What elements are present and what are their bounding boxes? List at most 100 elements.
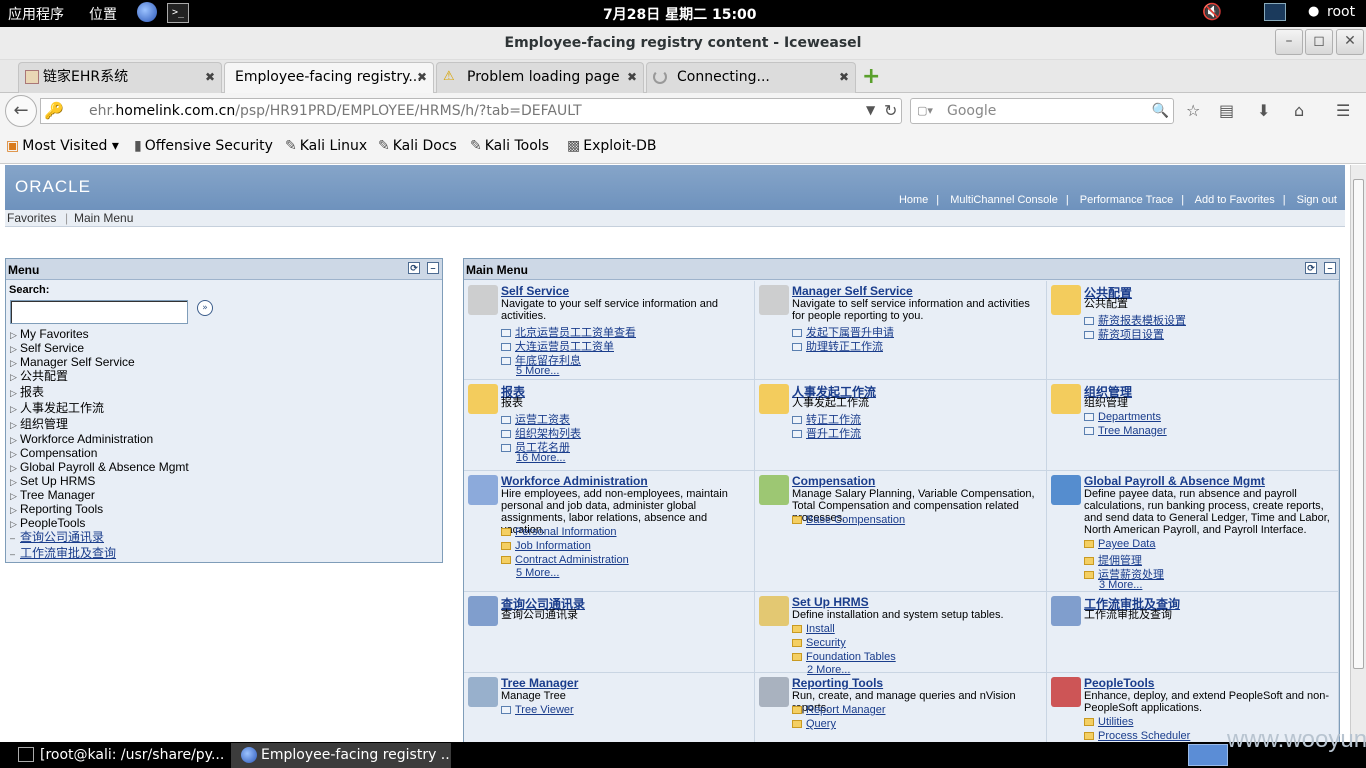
tab-connecting[interactable]: Connecting... ✖ xyxy=(646,62,856,93)
menu-item-reporting-tools[interactable]: ▷ Reporting Tools xyxy=(6,502,189,516)
menu-item-setup-hrms[interactable]: ▷ Set Up HRMS xyxy=(6,474,189,488)
close-tab-icon[interactable]: ✖ xyxy=(839,63,849,92)
tab-ehr[interactable]: 链家EHR系统 ✖ xyxy=(18,62,222,93)
volume-muted-icon[interactable]: 🔇 xyxy=(1202,2,1222,21)
category-sub-link[interactable]: Tree Viewer xyxy=(501,704,574,716)
add-to-favorites-link[interactable]: Add to Favorites xyxy=(1195,194,1275,206)
search-icon[interactable]: 🔍 xyxy=(1152,99,1169,123)
category-sub-link[interactable]: Install xyxy=(792,623,835,635)
category-sub-link[interactable]: Report Manager xyxy=(792,704,886,716)
menu-item-global-payroll[interactable]: ▷ Global Payroll & Absence Mgmt xyxy=(6,460,189,474)
menu-item-common-config[interactable]: ▷ 公共配置 xyxy=(6,369,189,385)
favorites-menu[interactable]: Favorites xyxy=(7,211,56,225)
browser-launcher-icon[interactable] xyxy=(137,2,157,22)
home-link[interactable]: Home xyxy=(899,194,928,206)
bookmark-star-icon[interactable]: ☆ xyxy=(1186,101,1200,120)
task-browser[interactable]: Employee-facing registry ... xyxy=(231,743,451,768)
url-dropdown-icon[interactable]: ▼ xyxy=(866,103,875,117)
back-button[interactable]: ← xyxy=(5,95,37,127)
search-input[interactable]: Google ▢▾ 🔍 xyxy=(910,98,1174,124)
category-sub-link[interactable]: Query xyxy=(792,718,836,730)
bookmark-kali-linux[interactable]: ✎ Kali Linux xyxy=(285,138,367,154)
more-link[interactable]: 5 More... xyxy=(516,365,559,377)
close-tab-icon[interactable]: ✖ xyxy=(627,63,637,92)
menu-item-peopletools[interactable]: ▷ PeopleTools xyxy=(6,516,189,530)
category-sub-link[interactable]: Utilities xyxy=(1084,716,1133,728)
category-sub-link[interactable]: Foundation Tables xyxy=(792,651,896,663)
collapse-icon[interactable]: – xyxy=(427,262,439,274)
menu-search-input[interactable] xyxy=(10,300,188,324)
tab-problem-loading[interactable]: ⚠ Problem loading page ✖ xyxy=(436,62,644,93)
search-go-button[interactable]: » xyxy=(197,300,213,316)
new-tab-icon[interactable]: + xyxy=(862,64,880,89)
category-title-link[interactable]: Global Payroll & Absence Mgmt xyxy=(1084,474,1265,488)
home-icon[interactable]: ⌂ xyxy=(1294,101,1304,120)
menu-item-manager-self-service[interactable]: ▷ Manager Self Service xyxy=(6,355,189,369)
category-sub-link[interactable]: Base Compensation xyxy=(792,514,905,526)
menu-item-company-directory[interactable]: – 查询公司通讯录 xyxy=(6,530,189,546)
menu-item-compensation[interactable]: ▷ Compensation xyxy=(6,446,189,460)
menu-item-reports[interactable]: ▷ 报表 xyxy=(6,385,189,401)
category-sub-link[interactable]: Personal Information xyxy=(501,526,617,538)
menu-item-tree-manager[interactable]: ▷ Tree Manager xyxy=(6,488,189,502)
more-link[interactable]: 16 More... xyxy=(516,452,566,464)
category-title-link[interactable]: Self Service xyxy=(501,284,569,298)
menu-item-workflow-approval[interactable]: – 工作流审批及查询 xyxy=(6,546,189,562)
reload-icon[interactable]: ↻ xyxy=(884,101,897,120)
scrollbar-thumb[interactable] xyxy=(1353,179,1364,669)
bookmark-exploit-db[interactable]: ▩ Exploit-DB xyxy=(567,138,657,154)
site-identity-icon[interactable]: 🔑 xyxy=(44,101,64,120)
more-link[interactable]: 3 More... xyxy=(1099,579,1142,591)
performance-trace-link[interactable]: Performance Trace xyxy=(1080,194,1174,206)
menu-item-self-service[interactable]: ▷ Self Service xyxy=(6,341,189,355)
bookmark-kali-docs[interactable]: ✎ Kali Docs xyxy=(378,138,457,154)
bookmark-most-visited[interactable]: ▣ Most Visited ▾ xyxy=(6,138,119,154)
refresh-icon[interactable]: ⟳ xyxy=(408,262,420,274)
category-title-link[interactable]: Tree Manager xyxy=(501,676,578,690)
page-scrollbar[interactable] xyxy=(1350,165,1366,742)
workspace-switcher[interactable] xyxy=(1188,744,1228,766)
category-sub-link[interactable]: Tree Manager xyxy=(1084,425,1167,437)
close-tab-icon[interactable]: ✖ xyxy=(417,63,427,92)
category-sub-link[interactable]: Payee Data xyxy=(1084,538,1155,550)
search-engine-icon[interactable]: ▢▾ xyxy=(917,99,933,123)
bookmark-kali-tools[interactable]: ✎ Kali Tools xyxy=(470,138,549,154)
maximize-button[interactable]: ◻ xyxy=(1305,29,1333,55)
category-sub-link[interactable]: 助理转正工作流 xyxy=(792,338,883,354)
clock[interactable]: 7月28日 星期二 15:00 xyxy=(603,4,757,24)
category-sub-link[interactable]: 晋升工作流 xyxy=(792,425,861,441)
category-title-link[interactable]: Compensation xyxy=(792,474,875,488)
menu-item-workforce-admin[interactable]: ▷ Workforce Administration xyxy=(6,432,189,446)
menu-item-my-favorites[interactable]: ▷ My Favorites xyxy=(6,327,189,341)
applications-menu[interactable]: 应用程序 xyxy=(8,4,64,24)
more-link[interactable]: 5 More... xyxy=(516,567,559,579)
user-menu[interactable]: root xyxy=(1327,4,1355,20)
menu-icon[interactable]: ☰ xyxy=(1336,101,1350,120)
multichannel-console-link[interactable]: MultiChannel Console xyxy=(950,194,1058,206)
sign-out-link[interactable]: Sign out xyxy=(1297,194,1337,206)
category-title-link[interactable]: Set Up HRMS xyxy=(792,595,869,609)
main-menu-dropdown[interactable]: Main Menu xyxy=(74,211,133,225)
minimize-button[interactable]: – xyxy=(1275,29,1303,55)
category-sub-link[interactable]: Security xyxy=(792,637,846,649)
bookmark-offensive-security[interactable]: ▮ Offensive Security xyxy=(134,138,273,154)
category-sub-link[interactable]: Contract Administration xyxy=(501,554,629,566)
category-sub-link[interactable]: 薪资项目设置 xyxy=(1084,326,1164,342)
task-terminal[interactable]: [root@kali: /usr/share/py... xyxy=(0,743,228,768)
menu-item-org-management[interactable]: ▷ 组织管理 xyxy=(6,417,189,432)
category-sub-link[interactable]: Departments xyxy=(1084,411,1161,423)
terminal-launcher-icon[interactable]: >_ xyxy=(167,3,189,23)
category-title-link[interactable]: Reporting Tools xyxy=(792,676,883,690)
category-sub-link[interactable]: Job Information xyxy=(501,540,591,552)
tab-employee-registry[interactable]: Employee-facing registry... ✖ xyxy=(224,62,434,93)
url-bar[interactable]: ehr.homelink.com.cn/psp/HR91PRD/EMPLOYEE… xyxy=(40,98,902,124)
close-window-button[interactable]: ✕ xyxy=(1336,29,1364,55)
category-title-link[interactable]: PeopleTools xyxy=(1084,676,1154,690)
collapse-icon[interactable]: – xyxy=(1324,262,1336,274)
user-menu-icon[interactable]: ● xyxy=(1308,4,1319,19)
close-tab-icon[interactable]: ✖ xyxy=(205,63,215,92)
downloads-icon[interactable]: ⬇ xyxy=(1257,101,1270,120)
network-icon[interactable] xyxy=(1264,3,1286,21)
refresh-icon[interactable]: ⟳ xyxy=(1305,262,1317,274)
reading-list-icon[interactable]: ▤ xyxy=(1219,101,1234,120)
